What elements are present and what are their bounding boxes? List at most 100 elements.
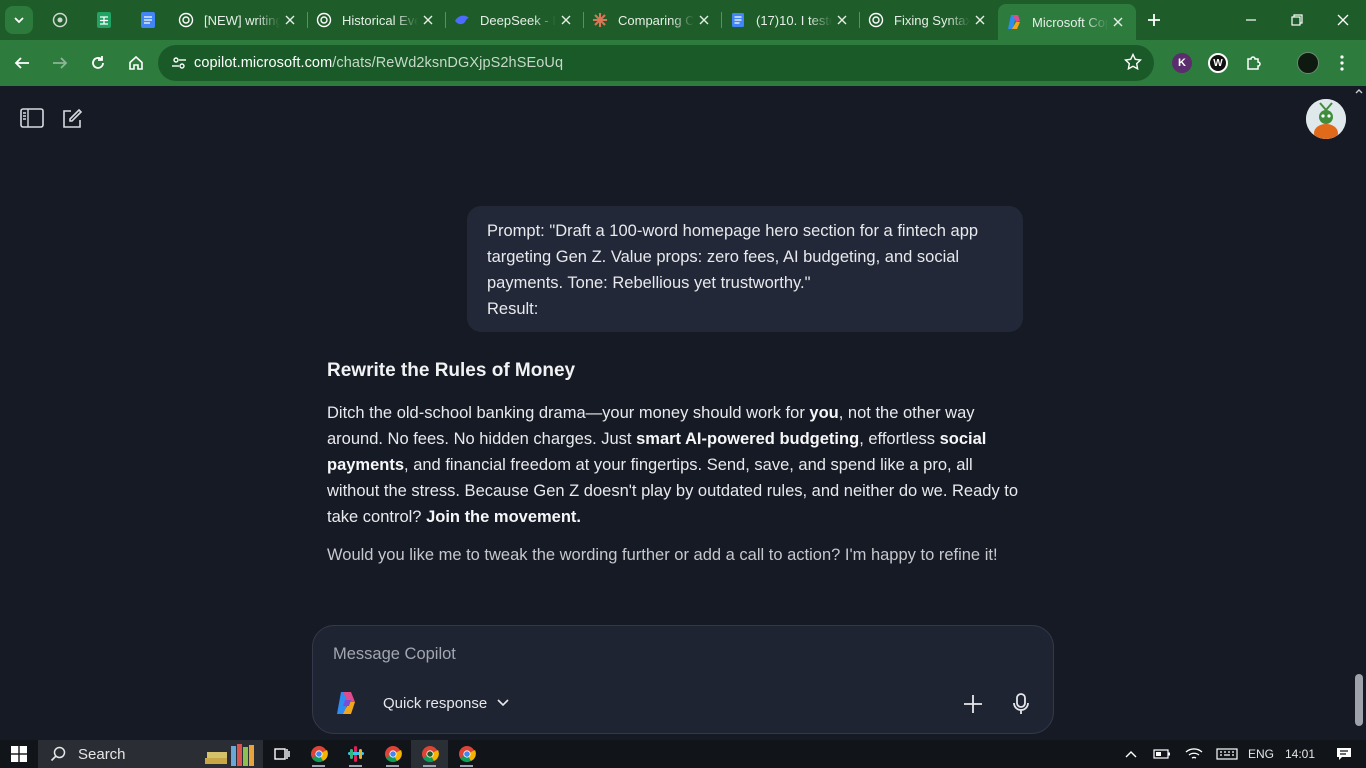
battery-indicator[interactable] xyxy=(1146,740,1178,768)
browser-tab[interactable]: Comparing Claude xyxy=(584,0,722,40)
chrome-icon xyxy=(384,746,402,763)
browser-tab[interactable]: Microsoft Copilot xyxy=(998,4,1136,40)
tray-overflow-button[interactable] xyxy=(1116,740,1146,768)
docs-icon xyxy=(141,12,155,28)
slack-icon xyxy=(347,746,364,762)
browser-tab[interactable]: DeepSeek - Into the Unknown xyxy=(446,0,584,40)
globe-icon xyxy=(52,12,68,28)
taskbar-search[interactable]: Search xyxy=(38,740,263,768)
chevron-up-icon xyxy=(1125,751,1137,758)
response-text: Ditch the old-school banking drama—your … xyxy=(327,404,810,422)
taskbar-chrome-active[interactable] xyxy=(411,740,448,768)
close-tab-icon[interactable] xyxy=(418,10,438,30)
deepseek-icon xyxy=(454,12,470,28)
start-button[interactable] xyxy=(0,740,38,768)
back-button[interactable] xyxy=(4,45,40,81)
extension-k-button[interactable]: K xyxy=(1168,49,1196,77)
attach-button[interactable] xyxy=(959,690,987,718)
touch-keyboard-button[interactable] xyxy=(1210,740,1244,768)
copilot-page: Prompt: "Draft a 100-word homepage hero … xyxy=(0,86,1366,740)
page-scrollbar[interactable] xyxy=(1352,86,1366,740)
close-tab-icon[interactable] xyxy=(832,10,852,30)
response-bold-text: smart AI-powered budgeting xyxy=(636,430,860,448)
browser-tab[interactable]: [NEW] writing xyxy=(170,0,308,40)
browser-toolbar: copilot.microsoft.com/chats/ReWd2ksnDGXj… xyxy=(0,40,1366,86)
new-chat-button[interactable] xyxy=(61,108,83,135)
tab-title: (17)10. I tested xyxy=(756,12,832,28)
new-tab-button[interactable] xyxy=(1136,0,1172,40)
bookmark-button[interactable] xyxy=(1123,52,1143,76)
voice-input-button[interactable] xyxy=(1007,690,1035,718)
sidebar-icon xyxy=(20,108,44,128)
close-tab-icon[interactable] xyxy=(970,10,990,30)
reload-icon xyxy=(92,56,104,69)
url-host: copilot.microsoft.com xyxy=(194,55,333,71)
tab-title: DeepSeek - Into the Unknown xyxy=(480,12,556,28)
taskbar-chrome-2[interactable] xyxy=(374,740,411,768)
clock[interactable]: 14:01 xyxy=(1278,740,1322,768)
openai-icon xyxy=(316,12,332,28)
response-mode-label: Quick response xyxy=(383,694,488,712)
site-info-button[interactable] xyxy=(164,55,194,71)
taskbar-chrome-1[interactable] xyxy=(300,740,337,768)
close-icon xyxy=(1337,14,1349,26)
user-avatar[interactable] xyxy=(1306,99,1346,139)
docs-icon xyxy=(730,12,746,28)
tune-icon xyxy=(172,57,186,69)
close-window-button[interactable] xyxy=(1320,0,1366,40)
response-bold-text: Join the movement. xyxy=(426,508,582,526)
extension-k-icon: K xyxy=(1172,53,1192,73)
address-bar[interactable]: copilot.microsoft.com/chats/ReWd2ksnDGXj… xyxy=(158,45,1154,81)
forward-button[interactable] xyxy=(42,45,78,81)
chevron-down-icon xyxy=(5,6,33,34)
pinned-tab-sheets[interactable] xyxy=(82,0,126,40)
home-button[interactable] xyxy=(118,45,154,81)
chevron-down-icon xyxy=(497,699,509,707)
close-tab-icon[interactable] xyxy=(1108,12,1128,32)
sidebar-toggle-button[interactable] xyxy=(20,108,44,133)
reload-button[interactable] xyxy=(80,45,116,81)
close-tab-icon[interactable] xyxy=(556,10,576,30)
scroll-thumb[interactable] xyxy=(1355,674,1363,726)
restore-button[interactable] xyxy=(1274,0,1320,40)
books-illustration-icon xyxy=(205,744,254,766)
wifi-indicator[interactable] xyxy=(1178,740,1210,768)
tab-search-button[interactable] xyxy=(0,0,38,40)
extension-w-icon: W xyxy=(1208,53,1228,73)
browser-tab[interactable]: Historical Events xyxy=(308,0,446,40)
input-language[interactable]: ENG xyxy=(1244,740,1278,768)
response-text: , effortless xyxy=(859,430,940,448)
tab-title: Historical Events xyxy=(342,12,418,28)
response-mode-dropdown[interactable]: Quick response xyxy=(383,690,509,716)
search-icon xyxy=(50,746,66,762)
assistant-response: Rewrite the Rules of Money Ditch the old… xyxy=(327,360,1027,580)
notifications-button[interactable] xyxy=(1322,740,1366,768)
extension-w-button[interactable]: W xyxy=(1204,49,1232,77)
minimize-button[interactable] xyxy=(1228,0,1274,40)
taskbar-slack[interactable] xyxy=(337,740,374,768)
tab-title: Microsoft Copilot xyxy=(1032,14,1108,30)
response-bold-text: you xyxy=(809,404,839,422)
profile-button[interactable] xyxy=(1294,49,1322,77)
task-view-button[interactable] xyxy=(263,740,300,768)
windows-taskbar: Search ENG 14:01 xyxy=(0,740,1366,768)
response-paragraph-2: Would you like me to tweak the wording f… xyxy=(327,546,998,564)
system-tray: ENG 14:01 xyxy=(1116,740,1366,768)
compose-icon xyxy=(63,108,83,128)
keyboard-icon xyxy=(1216,748,1238,760)
pinned-tab-docs[interactable] xyxy=(126,0,170,40)
message-input[interactable] xyxy=(333,642,933,666)
pinned-tab-globe[interactable] xyxy=(38,0,82,40)
taskbar-chrome-3[interactable] xyxy=(448,740,485,768)
plus-icon xyxy=(964,695,982,713)
openai-icon xyxy=(868,12,884,28)
claude-icon xyxy=(592,12,608,28)
browser-tab[interactable]: (17)10. I tested xyxy=(722,0,860,40)
close-tab-icon[interactable] xyxy=(694,10,714,30)
close-tab-icon[interactable] xyxy=(280,10,300,30)
browser-menu-button[interactable] xyxy=(1328,49,1356,77)
extensions-button[interactable] xyxy=(1240,49,1268,77)
battery-icon xyxy=(1153,749,1170,759)
response-paragraph-1: Ditch the old-school banking drama—your … xyxy=(327,400,1027,530)
browser-tab[interactable]: Fixing Syntax xyxy=(860,0,998,40)
